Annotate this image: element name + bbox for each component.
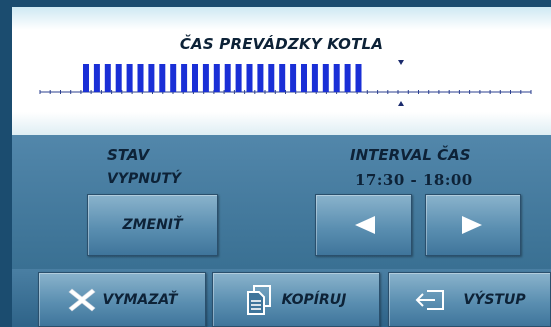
schedule-bar	[235, 64, 242, 92]
schedule-bar	[126, 64, 133, 92]
schedule-bar	[279, 64, 286, 92]
schedule-bar	[192, 64, 198, 92]
state-label: STAV	[107, 146, 150, 164]
change-state-button[interactable]: ZMENIŤ	[87, 194, 218, 256]
schedule-bar-chart	[39, 60, 532, 106]
current-time-marker-top	[398, 60, 404, 65]
bottom-toolbar: VYMAZAŤ KOPÍRUJ VÝSTUP	[12, 269, 551, 327]
boiler-schedule-screen: ČAS PREVÁDZKY KOTLA STAV VYPNUTÝ INTERVA…	[12, 7, 551, 327]
interval-value: 17:30 - 18:00	[355, 171, 473, 189]
schedule-bar	[170, 64, 177, 92]
schedule-bar	[246, 64, 253, 92]
schedule-bar	[213, 64, 220, 92]
schedule-bar	[83, 64, 89, 92]
schedule-bar	[224, 64, 231, 92]
schedule-bar	[344, 64, 351, 92]
schedule-bar	[322, 64, 329, 92]
info-row: STAV VYPNUTÝ INTERVAL ČAS 17:30 - 18:00	[12, 139, 551, 199]
schedule-bar	[181, 64, 188, 92]
copy-label: KOPÍRUJ	[281, 291, 347, 308]
copy-button[interactable]: KOPÍRUJ	[212, 272, 380, 327]
x-icon	[68, 288, 95, 311]
schedule-bar	[257, 64, 264, 92]
schedule-bar	[104, 64, 111, 92]
current-time-marker-bottom	[398, 101, 404, 106]
schedule-bar	[290, 64, 297, 92]
delete-button[interactable]: VYMAZAŤ	[38, 272, 206, 327]
schedule-bar	[115, 64, 122, 92]
schedule-bar	[202, 64, 209, 92]
exit-button[interactable]: VÝSTUP	[388, 272, 551, 327]
state-value: VYPNUTÝ	[107, 171, 182, 187]
copy-document-icon	[246, 284, 271, 315]
interval-label: INTERVAL ČAS	[350, 146, 471, 164]
right-triangle-icon	[462, 216, 482, 234]
schedule-panel: ČAS PREVÁDZKY KOTLA	[12, 7, 551, 135]
page-title: ČAS PREVÁDZKY KOTLA	[179, 35, 384, 53]
exit-icon	[415, 289, 445, 310]
interval-next-button[interactable]	[425, 194, 521, 256]
interval-prev-button[interactable]	[315, 194, 412, 256]
schedule-bar	[148, 64, 155, 92]
schedule-bar	[301, 64, 307, 92]
schedule-bar	[137, 64, 144, 92]
change-state-label: ZMENIŤ	[122, 217, 183, 233]
schedule-bar	[93, 64, 100, 92]
left-triangle-icon	[354, 216, 375, 234]
schedule-bars	[83, 64, 362, 92]
schedule-bar	[311, 64, 318, 92]
schedule-bar	[333, 64, 340, 92]
schedule-bar	[355, 64, 362, 92]
exit-label: VÝSTUP	[463, 291, 526, 308]
schedule-bar	[159, 64, 166, 92]
delete-label: VYMAZAŤ	[102, 291, 178, 308]
schedule-bar	[268, 64, 275, 92]
